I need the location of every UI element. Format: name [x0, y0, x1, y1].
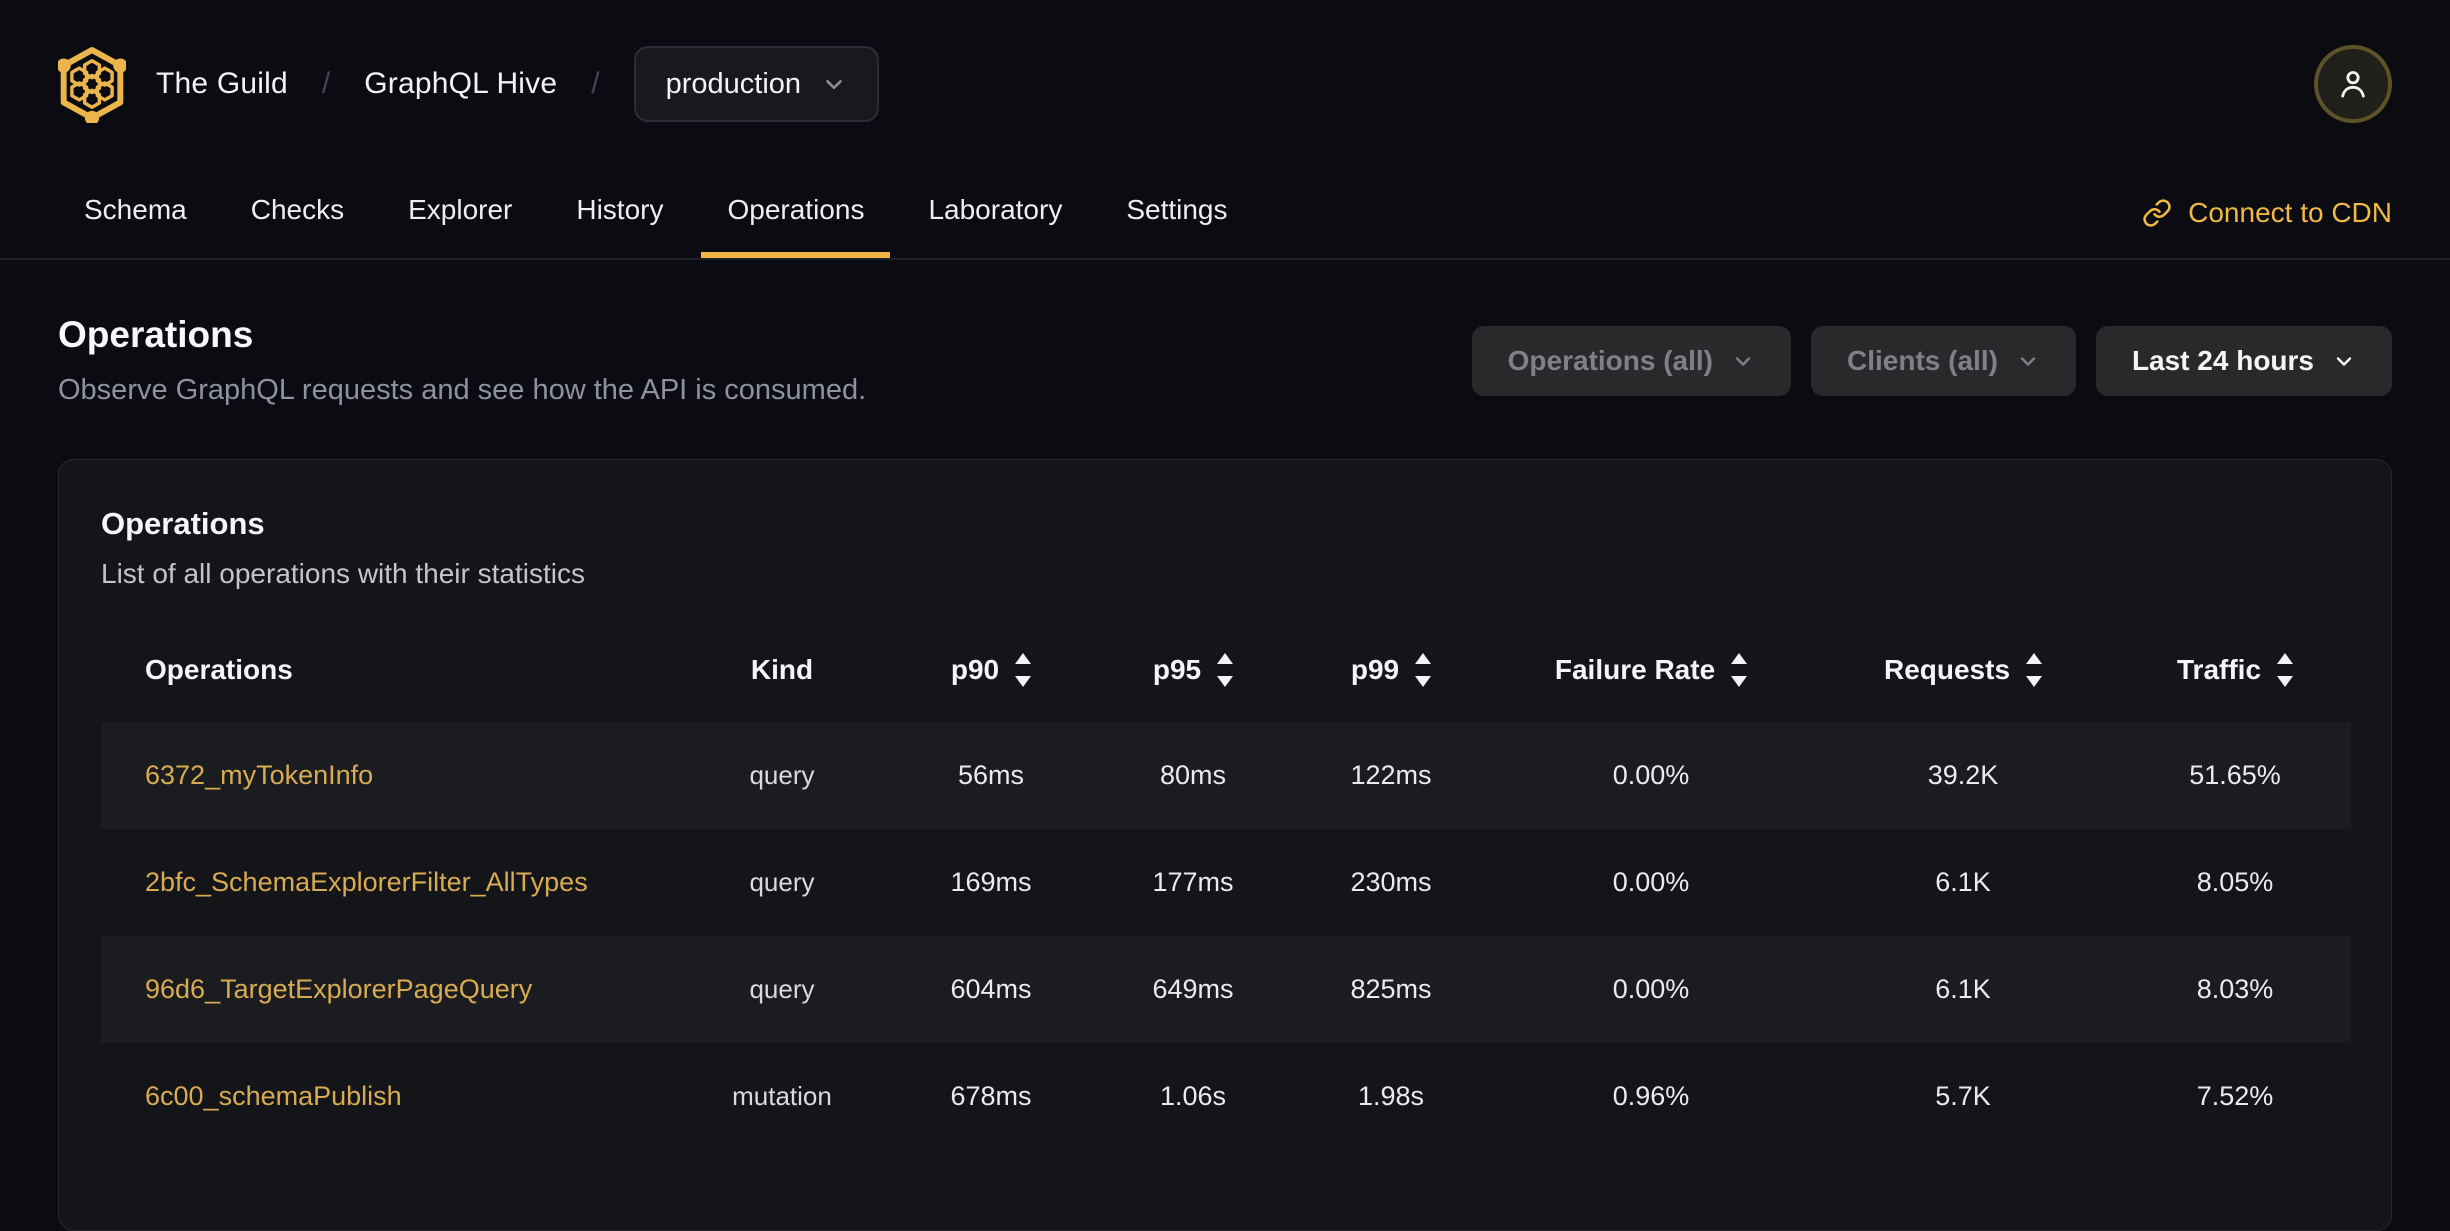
- column-header-p90[interactable]: p90: [883, 618, 1099, 722]
- p90-cell: 169ms: [950, 867, 1032, 897]
- card-subtitle: List of all operations with their statis…: [101, 558, 585, 589]
- chevron-down-icon: [1735, 356, 1751, 366]
- tab-settings[interactable]: Settings: [1100, 168, 1253, 258]
- sort-desc-icon: [1217, 676, 1234, 687]
- operation-link[interactable]: 96d6_TargetExplorerPageQuery: [145, 974, 532, 1004]
- failure-rate-cell: 0.96%: [1612, 1081, 1690, 1111]
- table-header-row: Operations Kind p90 p95 p99 Failure Rate…: [101, 618, 2351, 722]
- requests-cell: 6.1K: [1935, 974, 1991, 1004]
- hive-logo-icon: [58, 47, 126, 123]
- failure-rate-cell: 0.00%: [1612, 760, 1690, 790]
- kind-cell: query: [749, 760, 815, 790]
- sort-asc-icon: [2026, 653, 2043, 664]
- avatar-button[interactable]: [2314, 45, 2392, 123]
- operation-link[interactable]: 6c00_schemaPublish: [145, 1081, 402, 1111]
- column-header-requests[interactable]: Requests: [1807, 618, 2119, 722]
- table-row: 6c00_schemaPublish mutation 678ms 1.06s …: [101, 1043, 2351, 1150]
- operation-link[interactable]: 6372_myTokenInfo: [145, 760, 373, 790]
- p90-cell: 604ms: [950, 974, 1032, 1004]
- operations-filter-label: Operations (all): [1507, 344, 1714, 376]
- p90-cell: 678ms: [950, 1081, 1032, 1111]
- tab-schema[interactable]: Schema: [58, 168, 213, 258]
- sort-asc-icon: [1015, 653, 1032, 664]
- tab-history[interactable]: History: [550, 168, 689, 258]
- top-header: The Guild / GraphQL Hive / production: [0, 0, 2450, 168]
- sort-desc-icon: [1015, 676, 1032, 687]
- traffic-cell: 51.65%: [2189, 760, 2281, 790]
- column-header-kind: Kind: [750, 654, 814, 685]
- p95-cell: 1.06s: [1159, 1081, 1227, 1111]
- tab-operations[interactable]: Operations: [701, 168, 891, 258]
- sort-asc-icon: [1217, 653, 1234, 664]
- clients-filter-label: Clients (all): [1847, 344, 1998, 376]
- requests-cell: 6.1K: [1935, 867, 1991, 897]
- chevron-down-icon: [826, 79, 842, 90]
- sort-desc-icon: [1415, 676, 1432, 687]
- connect-to-cdn-label: Connect to CDN: [2188, 197, 2392, 228]
- sort-desc-icon: [2026, 676, 2043, 687]
- tab-checks[interactable]: Checks: [225, 168, 370, 258]
- page-title: Operations: [58, 314, 254, 355]
- connect-to-cdn-link[interactable]: Connect to CDN: [2142, 168, 2392, 258]
- column-header-p95[interactable]: p95: [1099, 618, 1287, 722]
- clients-filter-button[interactable]: Clients (all): [1811, 325, 2076, 396]
- p99-cell: 230ms: [1350, 867, 1432, 897]
- target-selector-value: production: [665, 67, 802, 100]
- operations-filter-button[interactable]: Operations (all): [1471, 325, 1792, 396]
- p95-cell: 177ms: [1152, 867, 1234, 897]
- p95-cell: 649ms: [1152, 974, 1234, 1004]
- sort-desc-icon: [1731, 676, 1748, 687]
- breadcrumb-separator: /: [591, 67, 600, 100]
- card-title: Operations: [101, 506, 265, 541]
- traffic-cell: 8.05%: [2196, 867, 2274, 897]
- sort-asc-icon: [1731, 653, 1748, 664]
- traffic-cell: 8.03%: [2196, 974, 2274, 1004]
- p95-cell: 80ms: [1159, 760, 1227, 790]
- table-row: 6372_myTokenInfo query 56ms 80ms 122ms 0…: [101, 722, 2351, 829]
- sort-asc-icon: [1415, 653, 1432, 664]
- failure-rate-cell: 0.00%: [1612, 867, 1690, 897]
- user-icon: [2341, 71, 2365, 98]
- kind-cell: query: [749, 867, 815, 897]
- primary-nav: Schema Checks Explorer History Operation…: [0, 168, 2450, 260]
- p99-cell: 1.98s: [1357, 1081, 1425, 1111]
- column-header-failure-rate[interactable]: Failure Rate: [1495, 618, 1807, 722]
- chevron-down-icon: [2336, 356, 2352, 366]
- time-range-label: Last 24 hours: [2131, 344, 2314, 376]
- column-header-traffic[interactable]: Traffic: [2119, 618, 2351, 722]
- target-selector[interactable]: production: [633, 46, 880, 122]
- kind-cell: mutation: [732, 1081, 832, 1111]
- tab-laboratory[interactable]: Laboratory: [902, 168, 1088, 258]
- sort-asc-icon: [2277, 653, 2294, 664]
- main-content: Operations Observe GraphQL requests and …: [0, 314, 2450, 1231]
- page-subtitle: Observe GraphQL requests and see how the…: [58, 374, 867, 406]
- operation-link[interactable]: 2bfc_SchemaExplorerFilter_AllTypes: [145, 867, 588, 897]
- operations-table: Operations Kind p90 p95 p99 Failure Rate…: [101, 618, 2351, 1150]
- filters-toolbar: Operations (all) Clients (all) Last 24 h…: [1471, 325, 2392, 396]
- p99-cell: 825ms: [1350, 974, 1432, 1004]
- chevron-down-icon: [2020, 356, 2036, 366]
- table-row: 2bfc_SchemaExplorerFilter_AllTypes query…: [101, 829, 2351, 936]
- traffic-cell: 7.52%: [2196, 1081, 2274, 1111]
- breadcrumb-project[interactable]: GraphQL Hive: [364, 67, 557, 101]
- requests-cell: 39.2K: [1927, 760, 1999, 790]
- operations-card: Operations List of all operations with t…: [58, 459, 2392, 1231]
- requests-cell: 5.7K: [1935, 1081, 1991, 1111]
- kind-cell: query: [749, 974, 815, 1004]
- column-header-operations: Operations: [145, 654, 293, 685]
- column-header-p99[interactable]: p99: [1287, 618, 1495, 722]
- breadcrumb-org[interactable]: The Guild: [156, 67, 288, 101]
- breadcrumb-separator: /: [321, 67, 331, 100]
- tab-explorer[interactable]: Explorer: [382, 168, 538, 258]
- link-icon: [2143, 199, 2171, 227]
- time-range-button[interactable]: Last 24 hours: [2095, 325, 2392, 396]
- sort-desc-icon: [2277, 676, 2294, 687]
- table-row: 96d6_TargetExplorerPageQuery query 604ms…: [101, 936, 2351, 1043]
- failure-rate-cell: 0.00%: [1612, 974, 1690, 1004]
- p90-cell: 56ms: [957, 760, 1025, 790]
- breadcrumb: The Guild / GraphQL Hive / production: [58, 45, 880, 123]
- p99-cell: 122ms: [1350, 760, 1432, 790]
